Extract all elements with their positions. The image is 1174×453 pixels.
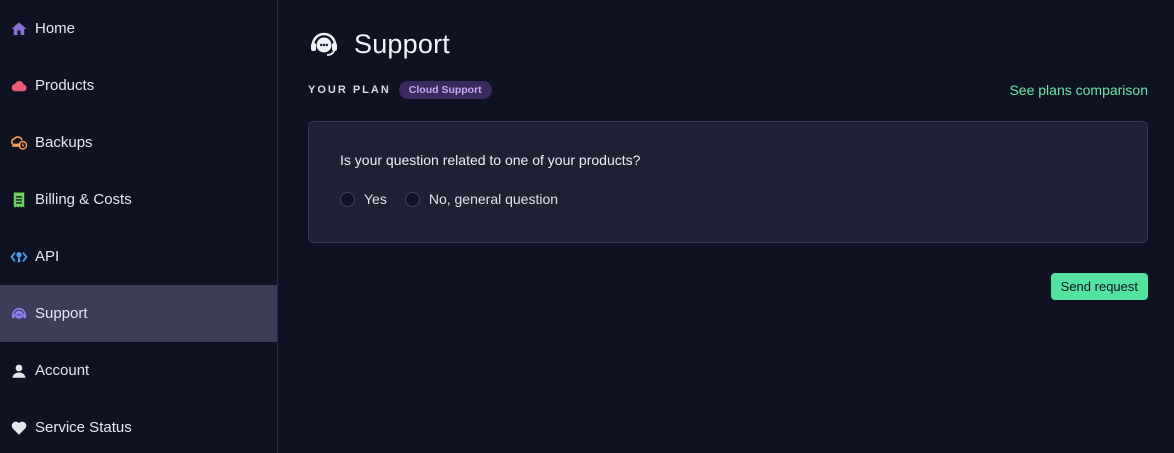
support-agent-icon	[308, 28, 340, 60]
app-root: Home Products Backups Billing & Costs AP…	[0, 0, 1174, 453]
home-icon	[10, 20, 28, 38]
backup-icon	[10, 134, 28, 152]
page-title: Support	[354, 28, 450, 59]
sidebar-item-api[interactable]: API	[0, 228, 277, 285]
sidebar-item-home[interactable]: Home	[0, 0, 277, 57]
support-agent-icon	[10, 305, 28, 323]
radio-option-general[interactable]: No, general question	[404, 191, 559, 207]
plan-badge: Cloud Support	[398, 81, 492, 99]
radio-button[interactable]	[340, 191, 355, 207]
sidebar-item-products[interactable]: Products	[0, 57, 277, 114]
page-header: Support	[308, 28, 450, 60]
sidebar-item-label: Products	[35, 77, 95, 94]
plan-row: YOUR PLAN Cloud Support	[308, 81, 492, 99]
sidebar-item-billing[interactable]: Billing & Costs	[0, 171, 277, 228]
sidebar-item-label: Home	[35, 20, 76, 37]
person-icon	[10, 362, 28, 380]
plan-label: YOUR PLAN	[308, 84, 391, 96]
api-icon	[10, 248, 28, 266]
sidebar-item-label: Account	[35, 362, 90, 379]
receipt-icon	[10, 191, 28, 209]
heart-icon	[10, 419, 28, 437]
sidebar-item-label: Backups	[35, 134, 93, 151]
radio-button[interactable]	[404, 191, 420, 207]
cloud-icon	[10, 77, 28, 95]
sidebar-item-label: Service Status	[35, 419, 132, 436]
radio-label: No, general question	[428, 191, 559, 207]
radio-label: Yes	[364, 191, 387, 207]
plans-comparison-link[interactable]: See plans comparison	[1009, 82, 1148, 98]
send-request-button[interactable]: Send request	[1050, 273, 1148, 300]
question-card: Is your question related to one of your …	[308, 121, 1148, 243]
sidebar-item-backups[interactable]: Backups	[0, 114, 277, 171]
sidebar-item-account[interactable]: Account	[0, 342, 277, 399]
question-text: Is your question related to one of your …	[340, 152, 641, 168]
sidebar: Home Products Backups Billing & Costs AP…	[0, 0, 278, 453]
sidebar-item-service-status[interactable]: Service Status	[0, 399, 277, 453]
sidebar-item-support[interactable]: Support	[0, 285, 277, 342]
sidebar-item-label: API	[35, 248, 60, 265]
sidebar-item-label: Billing & Costs	[35, 191, 132, 208]
sidebar-item-label: Support	[35, 305, 88, 322]
main-content: Support YOUR PLAN Cloud Support See plan…	[278, 0, 1174, 453]
radio-group: Yes No, general question	[340, 191, 576, 207]
radio-option-yes[interactable]: Yes	[340, 191, 387, 207]
